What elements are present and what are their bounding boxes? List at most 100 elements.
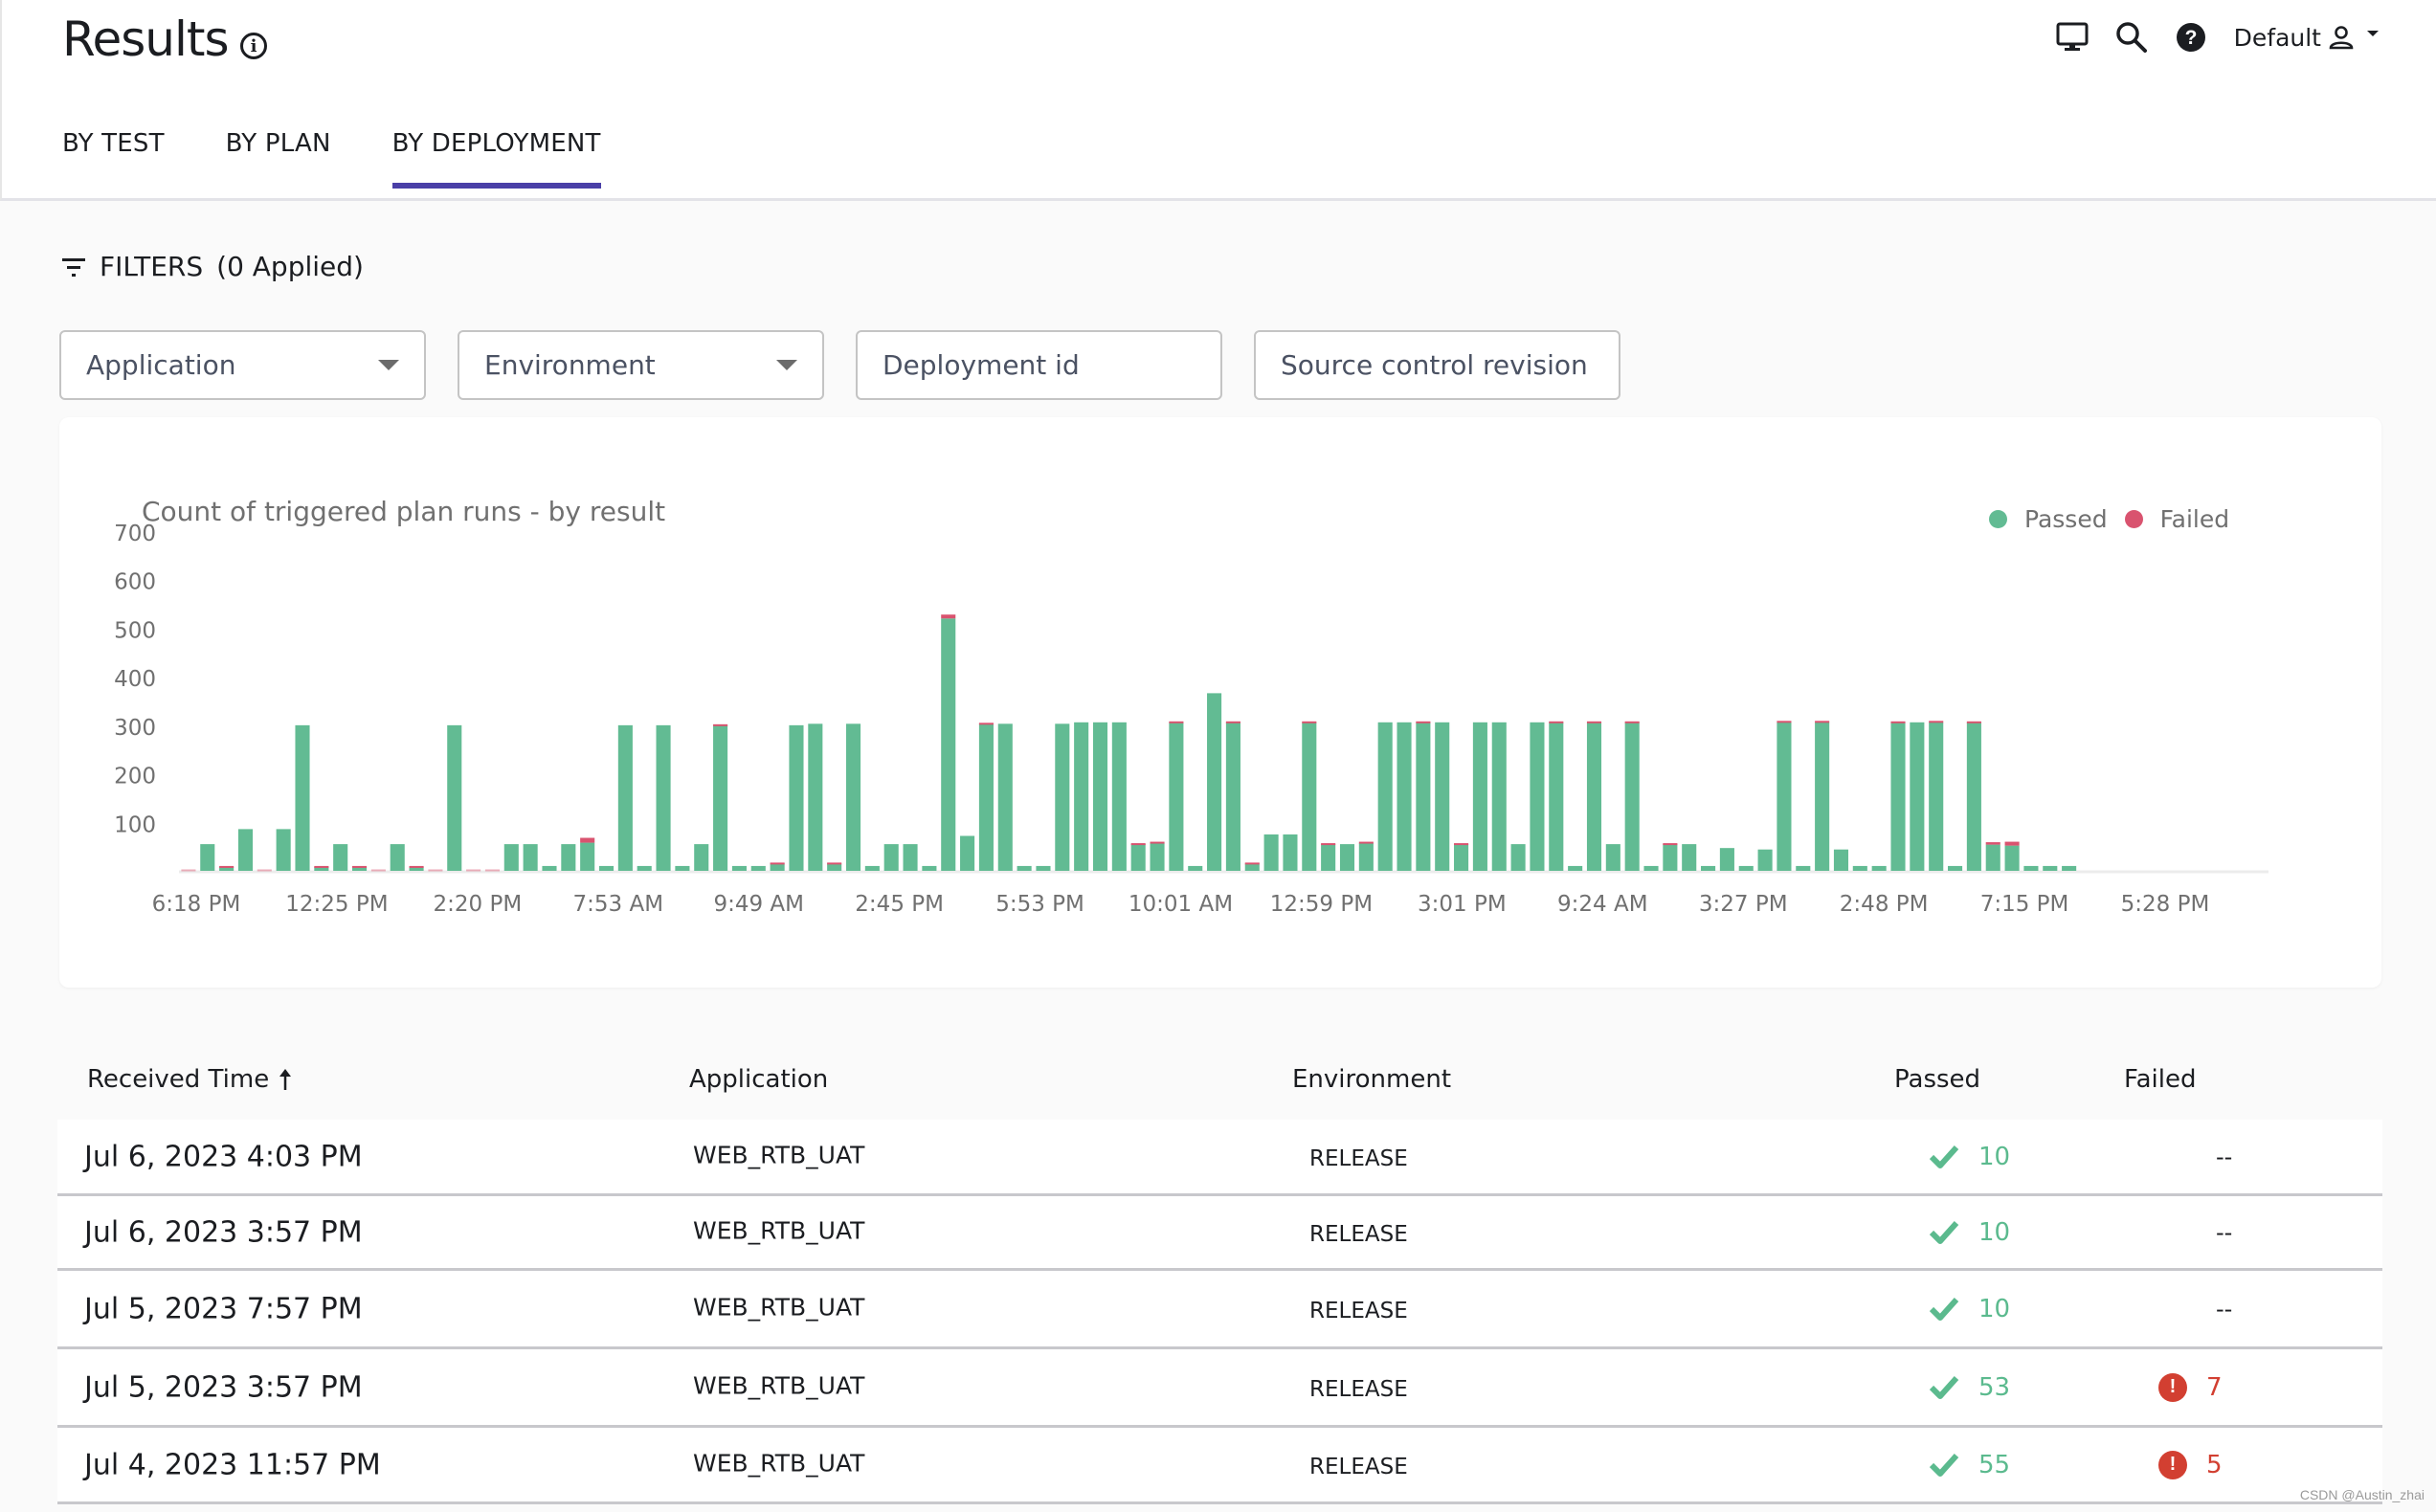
bar-passed[interactable] <box>1169 722 1184 871</box>
bar-passed[interactable] <box>637 865 652 871</box>
bar-failed[interactable] <box>580 837 595 843</box>
bar-passed[interactable] <box>713 724 728 871</box>
bar-failed[interactable] <box>1985 842 2000 845</box>
bar-passed[interactable] <box>237 829 254 871</box>
bar-passed[interactable] <box>1777 722 1792 871</box>
bar-passed[interactable] <box>1283 834 1298 871</box>
bar-failed[interactable] <box>1225 721 1240 723</box>
bar-passed[interactable] <box>1017 865 1032 871</box>
bar-passed[interactable] <box>1624 722 1640 871</box>
bar-passed[interactable] <box>1605 844 1620 871</box>
bar-failed[interactable] <box>314 865 329 868</box>
bar-passed[interactable] <box>580 842 595 871</box>
table-row[interactable]: Jul 6, 2023 3:57 PM WEB_RTB_UAT RELEASE … <box>57 1196 2382 1271</box>
table-row[interactable]: Jul 5, 2023 3:57 PM WEB_RTB_UAT RELEASE … <box>57 1349 2382 1428</box>
bar-passed[interactable] <box>1302 722 1317 871</box>
bar-failed[interactable] <box>1358 841 1374 844</box>
bar-passed[interactable] <box>903 844 918 871</box>
bar-failed[interactable] <box>1966 721 1981 723</box>
bar-failed[interactable] <box>941 614 956 619</box>
bar-passed[interactable] <box>1244 863 1260 871</box>
bar-failed[interactable] <box>1321 843 1336 846</box>
legend-item-failed[interactable]: Failed <box>2124 505 2229 533</box>
bar-passed[interactable] <box>1701 865 1716 871</box>
bar-passed[interactable] <box>1263 834 1279 871</box>
bar-passed[interactable] <box>960 835 975 871</box>
bar-passed[interactable] <box>295 724 310 871</box>
bar-passed[interactable] <box>1796 865 1811 871</box>
column-header-passed[interactable]: Passed <box>1894 1065 1980 1094</box>
bar-failed[interactable] <box>428 869 443 872</box>
bar-passed[interactable] <box>675 865 690 871</box>
bar-passed[interactable] <box>1207 693 1222 871</box>
legend-item-passed[interactable]: Passed <box>1989 505 2108 533</box>
bar-passed[interactable] <box>2004 845 2020 871</box>
bar-passed[interactable] <box>1682 844 1697 871</box>
bar-passed[interactable] <box>1719 848 1734 871</box>
bar-passed[interactable] <box>750 865 766 871</box>
bar-passed[interactable] <box>561 844 576 871</box>
bar-passed[interactable] <box>1586 722 1602 871</box>
bar-passed[interactable] <box>1929 722 1944 871</box>
bar-passed[interactable] <box>978 723 994 871</box>
bar-passed[interactable] <box>447 724 462 871</box>
bar-passed[interactable] <box>1188 865 1203 871</box>
bar-passed[interactable] <box>1815 722 1830 871</box>
bar-failed[interactable] <box>257 869 272 872</box>
bar-passed[interactable] <box>1643 865 1659 871</box>
bar-passed[interactable] <box>1663 844 1678 871</box>
bar-passed[interactable] <box>2062 865 2077 871</box>
bar-passed[interactable] <box>390 844 405 871</box>
bar-failed[interactable] <box>1777 721 1792 723</box>
bar-passed[interactable] <box>523 844 538 871</box>
bar-passed[interactable] <box>1358 843 1374 871</box>
bar-failed[interactable] <box>1549 721 1564 723</box>
bar-passed[interactable] <box>1377 722 1393 871</box>
column-header-failed[interactable]: Failed <box>2124 1065 2196 1094</box>
bar-passed[interactable] <box>1074 722 1089 871</box>
bar-failed[interactable] <box>409 865 424 868</box>
bar-passed[interactable] <box>2023 865 2039 871</box>
bar-passed[interactable] <box>1339 844 1355 871</box>
bar-failed[interactable] <box>827 862 842 865</box>
bar-passed[interactable] <box>656 724 671 871</box>
bar-passed[interactable] <box>2043 865 2058 871</box>
bar-passed[interactable] <box>864 865 880 871</box>
bar-passed[interactable] <box>1036 865 1051 871</box>
bar-passed[interactable] <box>1454 844 1469 871</box>
bar-passed[interactable] <box>694 844 709 871</box>
bar-passed[interactable] <box>1833 849 1849 871</box>
bar-passed[interactable] <box>503 844 519 871</box>
bar-failed[interactable] <box>181 869 196 872</box>
bar-failed[interactable] <box>1130 843 1146 846</box>
bar-passed[interactable] <box>1055 723 1070 871</box>
bar-passed[interactable] <box>1150 843 1165 871</box>
bar-passed[interactable] <box>1948 865 1963 871</box>
bar-passed[interactable] <box>1111 722 1127 871</box>
table-row[interactable]: Jul 4, 2023 11:57 PM WEB_RTB_UAT RELEASE… <box>57 1428 2382 1504</box>
table-row[interactable]: Jul 6, 2023 4:03 PM WEB_RTB_UAT RELEASE … <box>57 1120 2382 1196</box>
bar-passed[interactable] <box>770 863 785 871</box>
bar-failed[interactable] <box>1815 721 1830 723</box>
bar-passed[interactable] <box>1092 722 1108 871</box>
bar-failed[interactable] <box>713 723 728 726</box>
bar-passed[interactable] <box>1549 722 1564 871</box>
bar-failed[interactable] <box>1624 721 1640 723</box>
bar-passed[interactable] <box>200 844 215 871</box>
bar-failed[interactable] <box>978 723 994 725</box>
bar-failed[interactable] <box>466 869 481 872</box>
bar-failed[interactable] <box>1416 721 1431 723</box>
bar-passed[interactable] <box>276 829 291 871</box>
bar-passed[interactable] <box>1852 865 1867 871</box>
bar-passed[interactable] <box>1757 849 1773 871</box>
bar-passed[interactable] <box>789 724 804 871</box>
bar-failed[interactable] <box>1890 721 1906 723</box>
bar-passed[interactable] <box>617 724 633 871</box>
bar-passed[interactable] <box>827 863 842 871</box>
bar-passed[interactable] <box>808 723 823 871</box>
bar-passed[interactable] <box>1510 844 1526 871</box>
bar-passed[interactable] <box>1491 722 1507 871</box>
bar-failed[interactable] <box>1929 721 1944 723</box>
bar-failed[interactable] <box>1302 721 1317 723</box>
bar-passed[interactable] <box>731 865 747 871</box>
